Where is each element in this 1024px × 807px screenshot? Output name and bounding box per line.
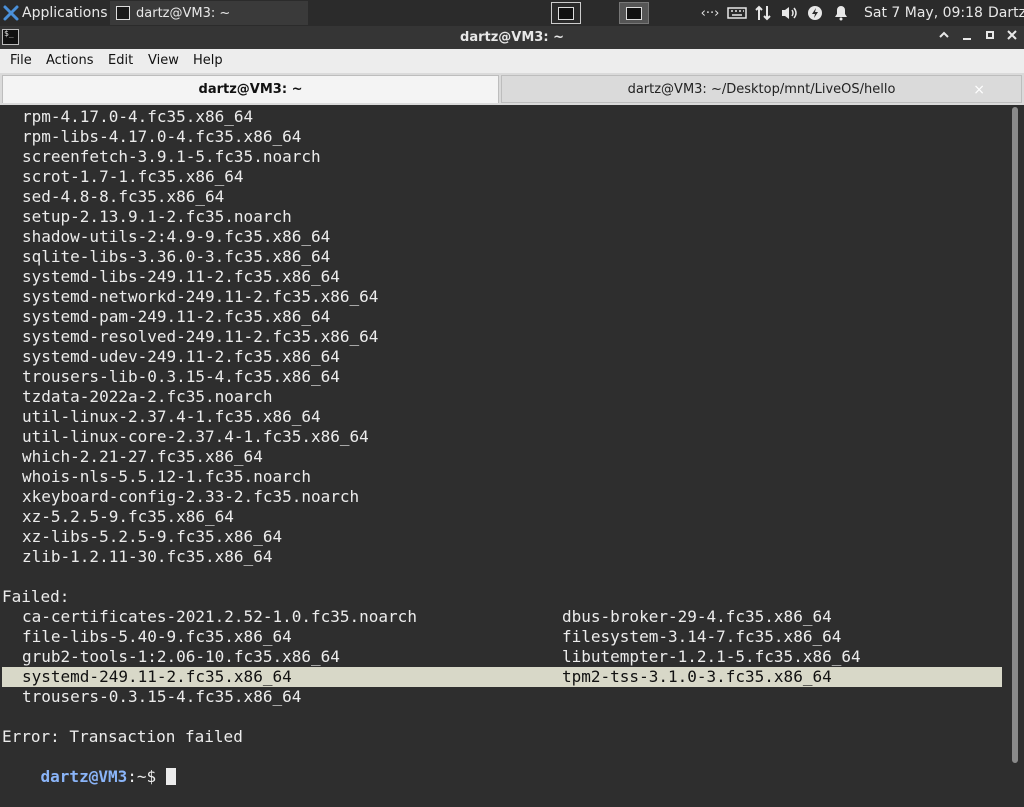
failed-package: filesystem-3.14-7.fc35.x86_64 [562,627,842,646]
package-line: shadow-utils-2:4.9-9.fc35.x86_64 [22,227,331,246]
failed-package: tpm2-tss-3.1.0-3.fc35.x86_64 [562,667,832,686]
top-panel: Applications dartz@VM3: ~ ‹··› Sat 7 May… [0,0,1024,26]
failed-package: systemd-249.11-2.fc35.x86_64 [22,667,292,686]
minimize-button[interactable] [958,28,976,46]
scrollbar-thumb[interactable] [1012,107,1018,763]
package-line: xz-5.2.5-9.fc35.x86_64 [22,507,234,526]
package-line: rpm-libs-4.17.0-4.fc35.x86_64 [22,127,302,146]
workspace-2[interactable] [619,2,649,24]
package-line: xz-libs-5.2.5-9.fc35.x86_64 [22,527,283,546]
volume-icon[interactable] [778,0,800,26]
package-line: rpm-4.17.0-4.fc35.x86_64 [22,107,254,126]
failed-package: ca-certificates-2021.2.52-1.0.fc35.noarc… [22,607,417,626]
package-line: sqlite-libs-3.36.0-3.fc35.x86_64 [22,247,331,266]
package-line: systemd-pam-249.11-2.fc35.x86_64 [22,307,331,326]
terminal-scrollbar[interactable] [1008,105,1024,768]
menu-edit[interactable]: Edit [108,49,133,73]
applications-menu[interactable]: Applications [0,0,108,26]
failed-package: trousers-0.3.15-4.fc35.x86_64 [22,687,302,706]
transfer-arrows-icon[interactable] [752,0,774,26]
error-message: Error: Transaction failed [2,727,243,746]
window-titlebar[interactable]: $_ dartz@VM3: ~ [0,26,1024,49]
package-line: util-linux-core-2.37.4-1.fc35.x86_64 [22,427,369,446]
prompt-suffix: :~$ [127,767,166,786]
tab-label: dartz@VM3: ~/Desktop/mnt/LiveOS/hello [627,82,896,97]
tab-bar: dartz@VM3: ~ dartz@VM3: ~/Desktop/mnt/Li… [0,73,1024,105]
network-arrows-icon[interactable]: ‹··› [698,0,722,26]
package-line: whois-nls-5.5.12-1.fc35.noarch [22,467,311,486]
tab-home[interactable]: dartz@VM3: ~ [2,75,499,103]
terminal-output[interactable]: rpm-4.17.0-4.fc35.x86_64 rpm-libs-4.17.0-… [0,105,1008,786]
close-button[interactable] [1003,28,1021,46]
taskbar-label: dartz@VM3: ~ [136,5,231,21]
package-line: systemd-udev-249.11-2.fc35.x86_64 [22,347,340,366]
package-line: util-linux-2.37.4-1.fc35.x86_64 [22,407,321,426]
failed-package: file-libs-5.40-9.fc35.x86_64 [22,627,292,646]
package-line: which-2.21-27.fc35.x86_64 [22,447,263,466]
package-line: sed-4.8-8.fc35.x86_64 [22,187,225,206]
package-line: screenfetch-3.9.1-5.fc35.noarch [22,147,321,166]
keyboard-icon[interactable] [725,0,749,26]
failed-package: dbus-broker-29-4.fc35.x86_64 [562,607,832,626]
package-line: zlib-1.2.11-30.fc35.x86_64 [22,547,273,566]
terminal-icon [116,6,130,20]
tab-close-icon[interactable]: × [973,76,985,104]
failed-header: Failed: [2,587,70,606]
tab-label: dartz@VM3: ~ [198,82,303,97]
package-line: systemd-resolved-249.11-2.fc35.x86_64 [22,327,379,346]
maximize-button[interactable] [981,28,999,46]
xfce-logo-icon [3,5,19,21]
menu-view[interactable]: View [148,49,179,73]
notification-bell-icon[interactable] [830,0,852,26]
tab-hello-dir[interactable]: dartz@VM3: ~/Desktop/mnt/LiveOS/hello × [501,75,1022,103]
package-line: tzdata-2022a-2.fc35.noarch [22,387,273,406]
window-title: dartz@VM3: ~ [460,30,564,45]
package-line: systemd-libs-249.11-2.fc35.x86_64 [22,267,340,286]
menu-bar: File Actions Edit View Help [0,49,1024,73]
terminal-icon [558,7,574,20]
package-line: systemd-networkd-249.11-2.fc35.x86_64 [22,287,379,306]
text-cursor [165,768,176,785]
terminal-icon [626,7,642,20]
menu-actions[interactable]: Actions [46,49,94,73]
applications-label: Applications [22,5,108,21]
shell-prompt[interactable]: dartz@VM3:~$ [2,747,176,786]
workspace-1[interactable] [551,2,581,24]
package-line: scrot-1.7-1.fc35.x86_64 [22,167,244,186]
package-line: setup-2.13.9.1-2.fc35.noarch [22,207,292,226]
package-line: xkeyboard-config-2.33-2.fc35.noarch [22,487,360,506]
taskbar-terminal-button[interactable]: dartz@VM3: ~ [110,1,308,25]
power-icon[interactable] [804,0,826,26]
user-menu[interactable]: Dartz [988,0,1024,26]
failed-package: libutempter-1.2.1-5.fc35.x86_64 [562,647,861,666]
clock[interactable]: Sat 7 May, 09:18 [864,0,983,26]
prompt-user: dartz@VM3 [40,767,128,786]
menu-help[interactable]: Help [193,49,223,73]
failed-package: grub2-tools-1:2.06-10.fc35.x86_64 [22,647,340,666]
package-line: trousers-lib-0.3.15-4.fc35.x86_64 [22,367,340,386]
menu-file[interactable]: File [10,49,32,73]
chevron-up-icon[interactable] [935,28,953,46]
